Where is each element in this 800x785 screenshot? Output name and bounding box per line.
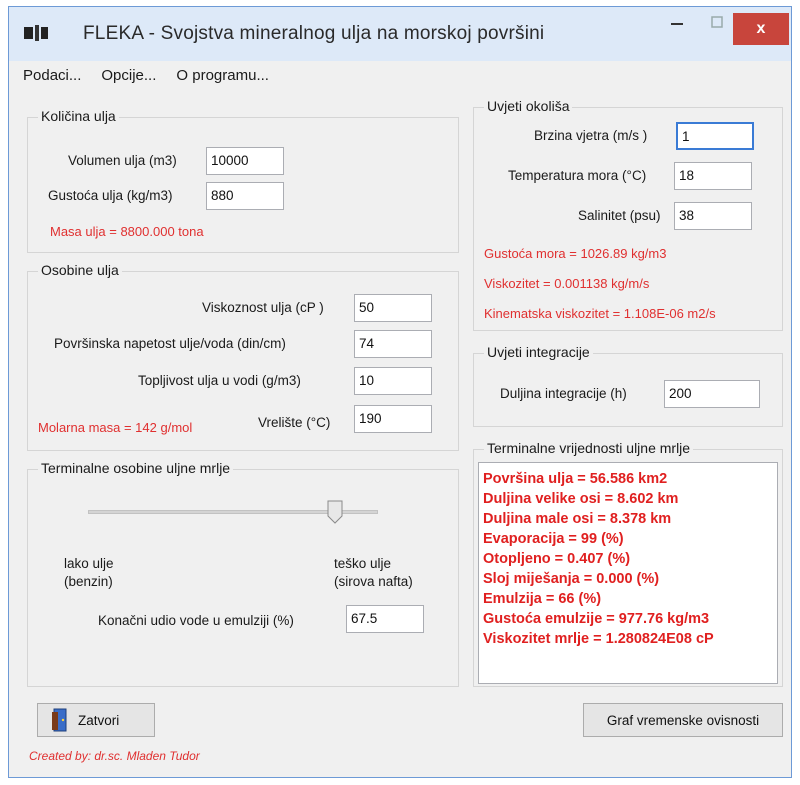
result-otopljeno: Otopljeno = 0.407 (%) [483,551,631,567]
group-terminalne-osobine: Terminalne osobine uljne mrlje lako ulje… [27,460,459,687]
results-box: Površina ulja = 56.586 km2 Duljina velik… [478,462,778,684]
group-osobine-ulja: Osobine ulja Viskoznost ulja (cP ) 50 Po… [27,262,459,451]
result-emulzija: Emulzija = 66 (%) [483,591,602,607]
kinematska-viskozitet-text: Kinematska viskozitet = 1.108E-06 m2/s [484,306,716,321]
group-title-uvjeti-integracije: Uvjeti integracije [484,344,593,360]
brzina-vjetra-input[interactable]: 1 [676,122,754,150]
napetost-label: Površinska napetost ulje/voda (din/cm) [54,336,286,351]
napetost-input[interactable]: 74 [354,330,432,358]
masa-text: Masa ulja = 8800.000 tona [50,224,204,239]
exit-door-icon [52,708,67,732]
duljina-integracije-input[interactable]: 200 [664,380,760,408]
zatvori-label: Zatvori [78,712,120,728]
window-title: FLEKA - Svojstva mineralnog ulja na mors… [83,23,545,44]
group-title-kolicina: Količina ulja [38,108,119,124]
minimize-button[interactable] [657,7,697,37]
graf-label: Graf vremenske ovisnosti [606,712,760,728]
udio-vode-label: Konačni udio vode u emulziji (%) [98,613,294,628]
volumen-input[interactable]: 10000 [206,147,284,175]
close-button[interactable]: x [733,13,789,45]
lako-ulje-sub: (benzin) [64,574,113,589]
temperatura-label: Temperatura mora (°C) [508,168,647,183]
group-uvjeti-integracije: Uvjeti integracije Duljina integracije (… [473,344,783,427]
result-mala-os: Duljina male osi = 8.378 km [483,511,672,527]
maximize-button[interactable] [697,7,737,37]
vreliste-label: Vrelište (°C) [258,415,331,430]
title-bar[interactable]: FLEKA - Svojstva mineralnog ulja na mors… [9,7,791,61]
temperatura-input[interactable]: 18 [674,162,752,190]
vreliste-input[interactable]: 190 [354,405,432,433]
graf-button[interactable]: Graf vremenske ovisnosti [583,703,783,737]
oil-type-slider-thumb[interactable] [327,500,343,524]
gustoca-input[interactable]: 880 [206,182,284,210]
duljina-integracije-label: Duljina integracije (h) [500,386,627,401]
volumen-label: Volumen ulja (m3) [68,153,177,168]
menu-podaci[interactable]: Podaci... [23,67,81,84]
tesko-ulje-sub: (sirova nafta) [334,574,413,589]
result-gustoca-emulzije: Gustoća emulzije = 977.76 kg/m3 [483,611,710,627]
group-title-osobine: Osobine ulja [38,262,122,278]
group-title-uvjeti-okolisa: Uvjeti okoliša [484,98,573,114]
viskozitet-text: Viskozitet = 0.001138 kg/m/s [484,276,650,291]
maximize-icon [711,16,723,28]
group-title-terminalne-osobine: Terminalne osobine uljne mrlje [38,460,234,476]
result-velika-os: Duljina velike osi = 8.602 km [483,491,679,507]
gustoca-label: Gustoća ulja (kg/m3) [48,188,173,203]
viskoznost-input[interactable]: 50 [354,294,432,322]
close-icon: x [756,20,766,37]
created-by-text: Created by: dr.sc. Mladen Tudor [29,749,200,763]
group-title-terminalne-vrijednosti: Terminalne vrijednosti uljne mrlje [484,440,694,456]
brzina-vjetra-label: Brzina vjetra (m/s ) [534,128,648,143]
topljivost-input[interactable]: 10 [354,367,432,395]
result-sloj-mijesanja: Sloj miješanja = 0.000 (%) [483,571,660,587]
salinitet-input[interactable]: 38 [674,202,752,230]
result-viskozitet-mrlje: Viskozitet mrlje = 1.280824E08 cP [483,631,714,647]
group-kolicina-ulja: Količina ulja Volumen ulja (m3) 10000 Gu… [27,108,459,253]
group-uvjeti-okolisa: Uvjeti okoliša Brzina vjetra (m/s ) 1 Te… [473,98,783,331]
lako-ulje-label: lako ulje [64,556,114,571]
app-icon [24,25,48,41]
molarna-masa-text: Molarna masa = 142 g/mol [38,420,193,435]
viskoznost-label: Viskoznost ulja (cP ) [202,300,324,315]
udio-vode-input[interactable]: 67.5 [346,605,424,633]
result-evaporacija: Evaporacija = 99 (%) [483,531,624,547]
menu-opcije[interactable]: Opcije... [101,67,156,84]
gustoca-mora-text: Gustoća mora = 1026.89 kg/m3 [484,246,667,261]
result-povrsina: Površina ulja = 56.586 km2 [483,471,668,487]
main-window: FLEKA - Svojstva mineralnog ulja na mors… [8,6,792,778]
topljivost-label: Topljivost ulja u vodi (g/m3) [138,373,301,388]
menu-bar: Podaci... Opcije... O programu... [9,61,791,89]
group-terminalne-vrijednosti: Terminalne vrijednosti uljne mrlje Površ… [473,440,783,687]
tesko-ulje-label: teško ulje [334,556,392,571]
minimize-icon [671,23,683,25]
menu-o-programu[interactable]: O programu... [176,67,269,84]
zatvori-button[interactable]: Zatvori [37,703,155,737]
salinitet-label: Salinitet (psu) [578,208,661,223]
